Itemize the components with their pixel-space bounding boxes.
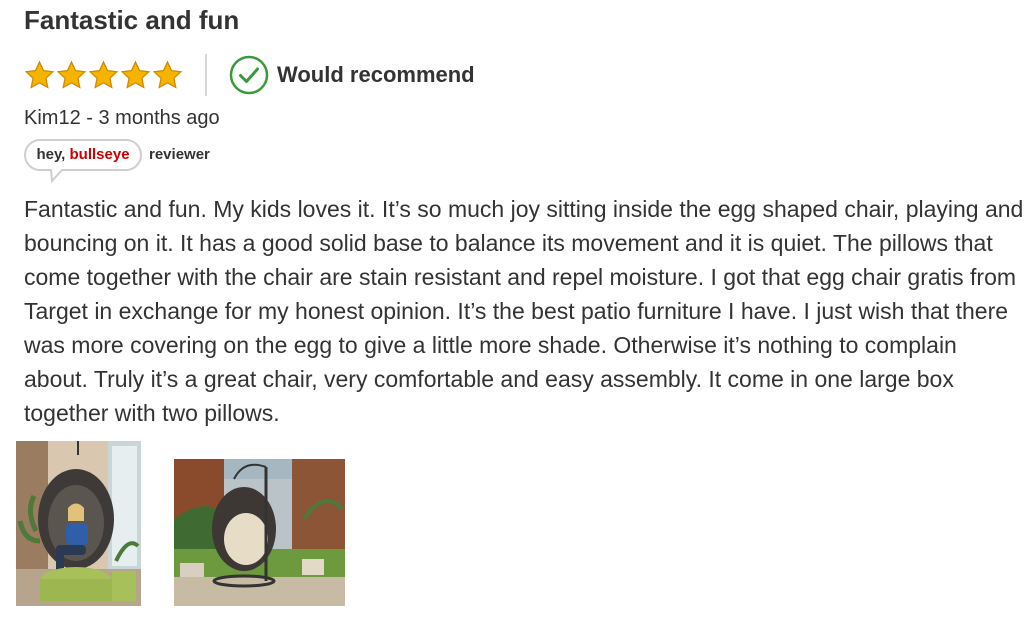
star-icon bbox=[24, 60, 55, 89]
badge-reviewer-label: reviewer bbox=[149, 146, 210, 163]
posted-time: 3 months ago bbox=[98, 107, 220, 129]
star-icon bbox=[120, 60, 151, 89]
photo-egg-chair-patio bbox=[174, 459, 345, 606]
star-icon bbox=[56, 60, 87, 89]
photo-woman-egg-chair bbox=[16, 441, 141, 606]
rating-row: Would recommend bbox=[24, 54, 475, 96]
check-circle-icon bbox=[229, 55, 269, 95]
badge-prefix: hey, bbox=[36, 146, 70, 163]
review-photo-2[interactable] bbox=[174, 459, 345, 606]
review-photo-1[interactable] bbox=[16, 441, 141, 606]
star-icon bbox=[88, 60, 119, 89]
review-byline: Kim12 - 3 months ago bbox=[24, 107, 220, 130]
reviewer-badge-row: hey, bullseye reviewer bbox=[24, 138, 210, 184]
rating-divider bbox=[205, 54, 207, 96]
review-title: Fantastic and fun bbox=[24, 5, 240, 35]
hey-bullseye-badge: hey, bullseye bbox=[24, 138, 142, 184]
recommend-label: Would recommend bbox=[277, 62, 475, 87]
star-rating bbox=[24, 60, 183, 91]
review-body: Fantastic and fun. My kids loves it. It’… bbox=[24, 196, 1024, 426]
author-name: Kim12 bbox=[24, 107, 81, 129]
byline-separator: - bbox=[80, 107, 99, 129]
badge-brand: bullseye bbox=[69, 146, 130, 163]
star-icon bbox=[152, 60, 183, 89]
